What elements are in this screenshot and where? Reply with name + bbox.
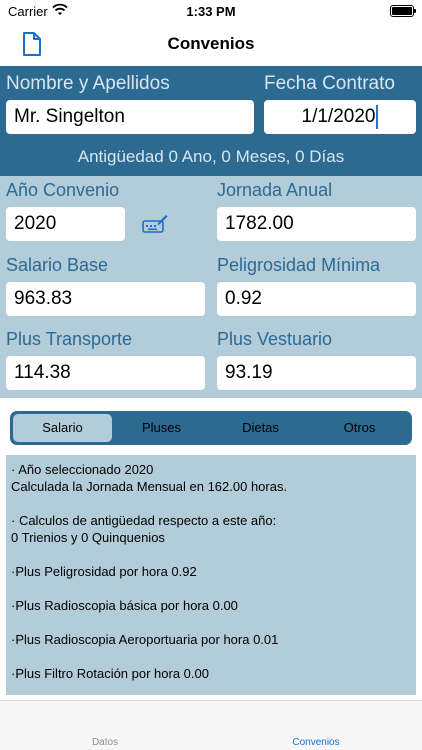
status-time: 1:33 PM xyxy=(186,4,236,19)
info-line: ·Plus Radioscopia básica por hora 0.00 xyxy=(11,598,238,613)
segment-otros[interactable]: Otros xyxy=(310,414,409,442)
peligrosidad-value: 0.92 xyxy=(225,288,262,309)
transporte-value: 114.38 xyxy=(14,362,71,383)
jornada-label: Jornada Anual xyxy=(217,180,333,200)
salario-label: Salario Base xyxy=(6,255,109,275)
nombre-value: Mr. Singelton xyxy=(14,106,125,127)
fecha-value: 1/1/2020 xyxy=(301,106,376,127)
transporte-label: Plus Transporte xyxy=(6,329,133,349)
info-line: 0 Trienios y 0 Quinquenios xyxy=(11,530,165,545)
category-segmented-control: Salario Pluses Dietas Otros xyxy=(10,411,412,445)
battery-icon xyxy=(390,5,416,17)
info-line: ·Plus Filtro Rotación por hora 0.00 xyxy=(11,666,209,681)
fecha-label: Fecha Contrato xyxy=(264,73,395,94)
nombre-input[interactable]: Mr. Singelton xyxy=(6,100,254,134)
segment-salario[interactable]: Salario xyxy=(13,414,112,442)
text-cursor xyxy=(376,105,379,129)
navigation-bar: Convenios xyxy=(0,24,422,64)
info-line: · Calculos de antigüedad respecto a este… xyxy=(11,513,277,528)
transporte-input[interactable]: 114.38 xyxy=(6,356,205,390)
antiguedad-text: Antigüedad 0 Ano, 0 Meses, 0 Días xyxy=(77,147,345,166)
vestuario-value: 93.19 xyxy=(225,362,273,383)
ano-label: Año Convenio xyxy=(6,180,120,200)
segment-dietas[interactable]: Dietas xyxy=(211,414,310,442)
info-line: · Año seleccionado 2020 xyxy=(11,462,154,477)
jornada-input[interactable]: 1782.00 xyxy=(217,207,416,241)
salario-value: 963.83 xyxy=(14,288,73,309)
info-line: ·Plus Radioscopia Aeroportuaria por hora… xyxy=(11,632,279,647)
ano-value: 2020 xyxy=(14,213,57,234)
fecha-input[interactable]: 1/1/2020 xyxy=(264,100,416,134)
tab-convenios[interactable]: Convenios xyxy=(246,737,386,748)
page-title: Convenios xyxy=(167,34,255,53)
tab-bar: Datos Convenios xyxy=(0,700,422,750)
salary-info-text[interactable]: · Año seleccionado 2020 Calculada la Jor… xyxy=(6,455,416,695)
jornada-value: 1782.00 xyxy=(225,213,294,234)
peligrosidad-label: Peligrosidad Mínima xyxy=(217,255,381,275)
info-line: ·Plus Peligrosidad por hora 0.92 xyxy=(11,564,197,579)
info-line: Calculada la Jornada Mensual en 162.00 h… xyxy=(11,479,288,494)
nombre-label: Nombre y Apellidos xyxy=(6,73,170,94)
vestuario-input[interactable]: 93.19 xyxy=(217,356,416,390)
ano-input[interactable]: 2020 xyxy=(6,207,125,241)
status-bar: Carrier 1:33 PM xyxy=(0,0,422,24)
keyboard-edit-icon[interactable] xyxy=(142,214,168,234)
peligrosidad-input[interactable]: 0.92 xyxy=(217,282,416,316)
segment-pluses[interactable]: Pluses xyxy=(112,414,211,442)
vestuario-label: Plus Vestuario xyxy=(217,329,333,349)
tab-datos[interactable]: Datos xyxy=(35,737,175,748)
salario-input[interactable]: 963.83 xyxy=(6,282,205,316)
